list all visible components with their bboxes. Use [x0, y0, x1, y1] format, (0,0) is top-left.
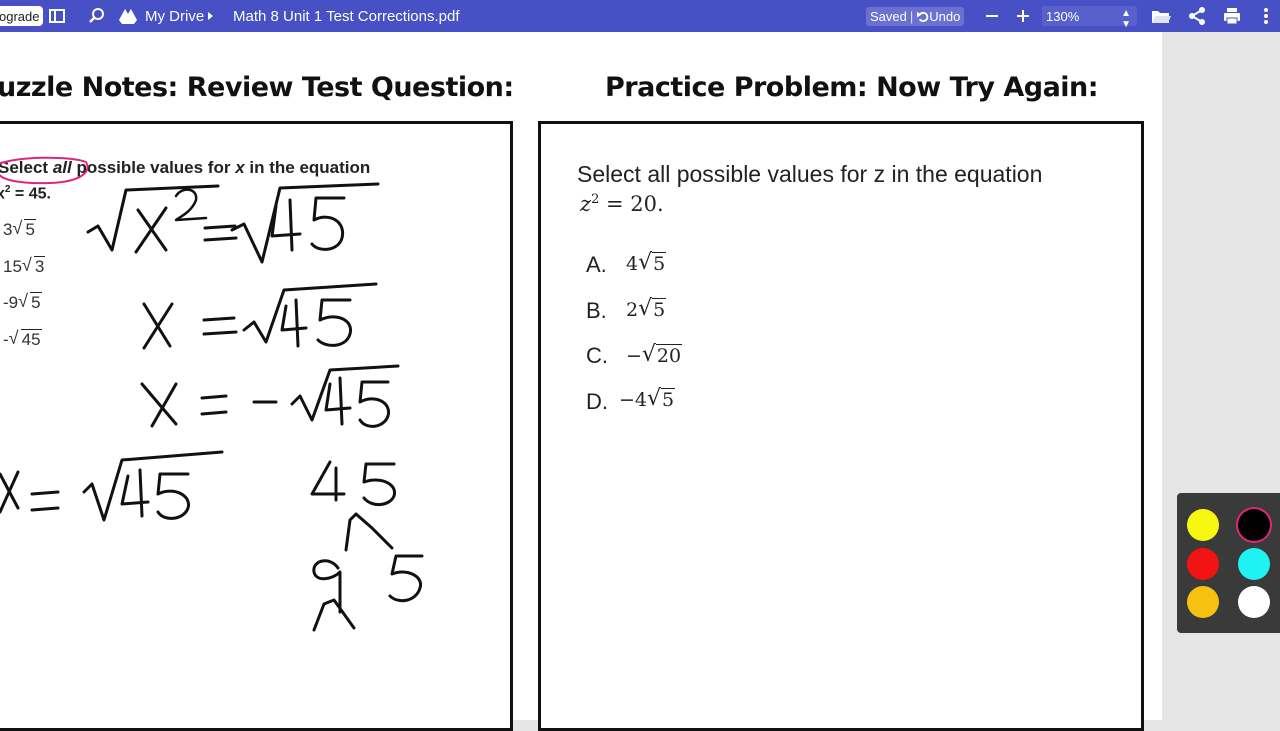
- option-coef: 2: [626, 299, 639, 321]
- practice-equation: z2 = 20.: [580, 192, 664, 216]
- saved-status: Saved | Undo: [866, 7, 965, 26]
- color-swatch-yellow[interactable]: [1187, 509, 1219, 541]
- pen-color-palette: [1177, 493, 1280, 633]
- select-caret-icon: ▲ ▼: [1121, 8, 1131, 30]
- option-coef: −: [626, 345, 642, 367]
- color-swatch-red[interactable]: [1187, 548, 1219, 580]
- color-swatch-orange[interactable]: [1187, 586, 1219, 618]
- color-swatch-cyan[interactable]: [1238, 548, 1270, 580]
- zoom-value: 130%: [1046, 8, 1080, 24]
- zoom-select[interactable]: 130% ▲ ▼: [1042, 6, 1137, 30]
- option-radicand: 5: [652, 298, 667, 321]
- saved-label: Saved: [870, 9, 907, 24]
- eq-var: z: [580, 192, 592, 216]
- option-radicand: 5: [652, 252, 667, 275]
- option-letter: A.: [586, 252, 607, 277]
- option-coef: −4: [619, 389, 648, 411]
- share-icon[interactable]: [1187, 6, 1207, 26]
- option-radicand: 20: [655, 344, 683, 367]
- option-radicand: 5: [661, 388, 676, 411]
- option-value: −4 √ 5: [619, 386, 676, 411]
- option-value: − √ 20: [626, 342, 683, 367]
- more-icon[interactable]: [1256, 6, 1276, 26]
- eq-rest: = 20.: [599, 192, 664, 216]
- handwritten-ink: [0, 156, 424, 632]
- undo-icon[interactable]: [916, 10, 929, 23]
- practice-prompt: Select all possible values for z in the …: [577, 161, 1043, 187]
- option-value: 4 √ 5: [626, 250, 667, 275]
- zoom-out-icon[interactable]: [982, 6, 1002, 26]
- right-heading: Practice Problem: Now Try Again:: [605, 72, 1099, 103]
- folder-open-icon[interactable]: [1150, 6, 1172, 26]
- option-letter: B.: [586, 298, 607, 323]
- color-swatch-black[interactable]: [1238, 509, 1270, 541]
- print-icon[interactable]: [1222, 6, 1242, 26]
- color-swatch-white[interactable]: [1238, 586, 1270, 618]
- option-letter: D.: [586, 389, 608, 414]
- option-coef: 4: [626, 253, 639, 275]
- undo-button[interactable]: Undo: [929, 9, 960, 24]
- option-value: 2 √ 5: [626, 296, 667, 321]
- zoom-in-icon[interactable]: [1013, 6, 1033, 26]
- option-letter: C.: [586, 343, 608, 368]
